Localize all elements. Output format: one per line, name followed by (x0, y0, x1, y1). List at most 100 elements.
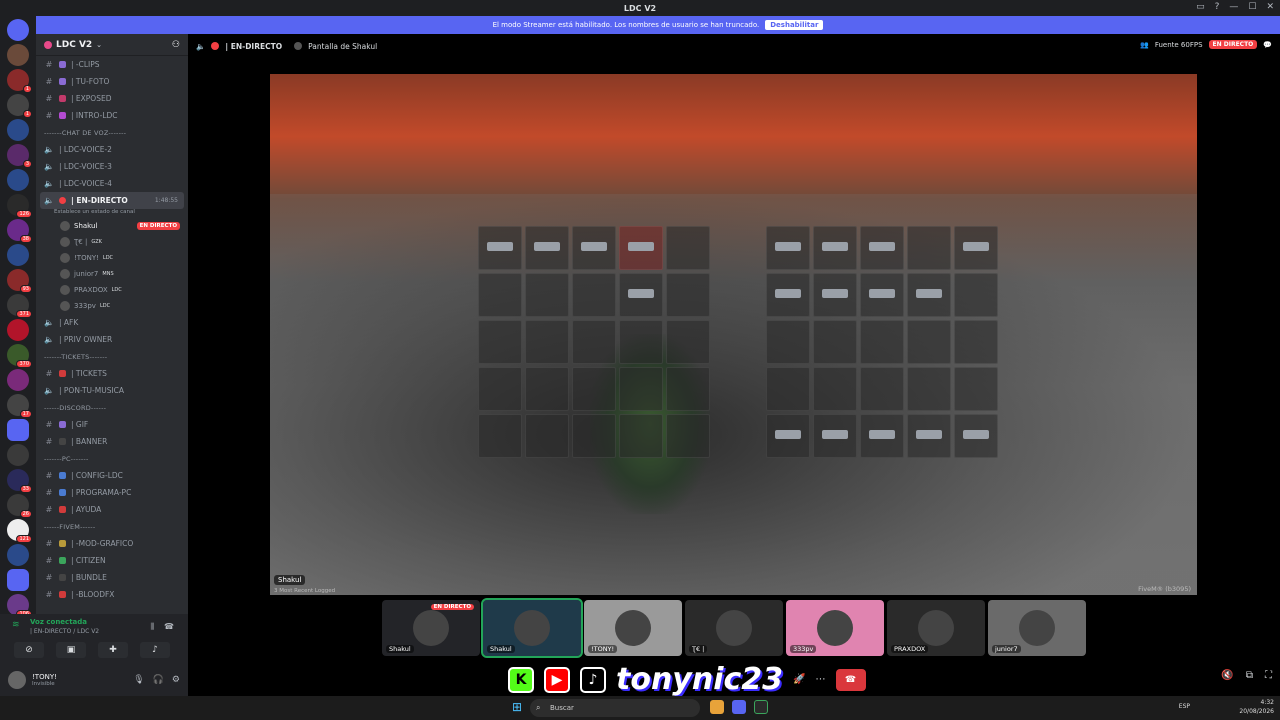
inventory-slot[interactable] (860, 320, 904, 364)
participant-tile[interactable]: PRAXDOX (887, 600, 985, 656)
server-icon[interactable] (7, 369, 29, 391)
server-icon[interactable]: 370 (7, 344, 32, 368)
inventory-slot[interactable] (954, 414, 998, 458)
inventory-slot[interactable] (666, 320, 710, 364)
participant-tile[interactable]: 333pv (786, 600, 884, 656)
inventory-slot[interactable] (666, 414, 710, 458)
maximize-icon[interactable]: ☐ (1248, 2, 1256, 12)
inventory-slot[interactable] (666, 273, 710, 317)
server-icon[interactable] (7, 319, 29, 341)
inventory-slot[interactable] (954, 320, 998, 364)
server-icon[interactable] (7, 244, 29, 266)
activities-button[interactable]: ✚ (98, 642, 128, 658)
voice-user[interactable]: junior7 MNS (36, 266, 188, 282)
inventory-slot[interactable] (525, 226, 569, 270)
channel-item[interactable]: # | -MOD-GRAFICO (36, 535, 188, 552)
chat-icon[interactable]: 💬 (1263, 41, 1272, 49)
screen-share-button[interactable]: ▣ (56, 642, 86, 658)
channel-item[interactable]: # | GIF (36, 416, 188, 433)
participant-tile[interactable]: Ʈ€ | (685, 600, 783, 656)
server-icon[interactable]: 106 (7, 594, 32, 618)
voice-user[interactable]: 333pv LDC (36, 298, 188, 314)
channel-item[interactable]: # | -CLIPS (36, 56, 188, 73)
voice-user[interactable]: Shakul EN DIRECTO (36, 218, 188, 234)
inventory-slot[interactable] (766, 273, 810, 317)
channel-item[interactable]: # | BANNER (36, 433, 188, 450)
chrome-icon[interactable] (710, 700, 724, 714)
inventory-slot[interactable] (907, 414, 951, 458)
inventory-slot[interactable] (478, 273, 522, 317)
disconnect-icon[interactable]: ☎ (164, 622, 174, 631)
channel-en-directo[interactable]: 🔈 | EN-DIRECTO 1:48:55 (40, 192, 184, 209)
activities-icon[interactable]: 🚀 (793, 674, 805, 685)
channel-item[interactable]: 🔈 | LDC-VOICE-2 (36, 141, 188, 158)
inventory-slot[interactable] (619, 273, 663, 317)
channel-item[interactable]: # | CITIZEN (36, 552, 188, 569)
category-header[interactable]: -------CHAT DE VOZ------- (36, 124, 188, 141)
inventory-slot[interactable] (766, 320, 810, 364)
inventory-slot[interactable] (478, 367, 522, 411)
inventory-slot[interactable] (525, 367, 569, 411)
inventory-slot[interactable] (954, 273, 998, 317)
server-icon[interactable] (7, 169, 29, 191)
popout-icon[interactable]: ⧉ (1246, 670, 1253, 681)
inventory-slot[interactable] (860, 273, 904, 317)
home-icon[interactable] (7, 19, 29, 41)
channel-item[interactable]: 🔈 | LDC-VOICE-3 (36, 158, 188, 175)
more-icon[interactable]: ⋯ (816, 674, 826, 685)
inventory-slot[interactable] (572, 367, 616, 411)
server-icon[interactable]: 26 (7, 494, 32, 518)
inventory-slot[interactable] (766, 226, 810, 270)
inventory-slot[interactable] (813, 414, 857, 458)
discord-icon[interactable] (732, 700, 746, 714)
server-icon[interactable] (7, 544, 29, 566)
voice-user[interactable]: !TONY! LDC (36, 250, 188, 266)
inventory-slot[interactable] (619, 320, 663, 364)
category-header[interactable]: ------DISCORD------ (36, 399, 188, 416)
channel-item[interactable]: 🔈 | LDC-VOICE-4 (36, 175, 188, 192)
server-icon[interactable]: 1 (7, 69, 32, 93)
inventory-slot[interactable] (572, 273, 616, 317)
camera-button[interactable]: ⊘ (14, 642, 44, 658)
inventory-slot[interactable] (954, 367, 998, 411)
add-member-icon[interactable]: ⚇ (172, 40, 180, 50)
disable-streamer-button[interactable]: Deshabilitar (765, 20, 824, 30)
settings-gear-icon[interactable]: ⚙ (172, 675, 180, 685)
inventory-slot[interactable] (813, 367, 857, 411)
inbox-icon[interactable]: ▭ (1196, 2, 1205, 12)
inventory-slot[interactable] (619, 226, 663, 270)
windows-start-icon[interactable]: ⊞ (512, 700, 522, 714)
stream-video[interactable]: Shakul 3 Most Recent Logged FiveM® (b309… (270, 74, 1197, 595)
channel-status[interactable]: Establece un estado de canal (36, 209, 188, 218)
inventory-slot[interactable] (766, 367, 810, 411)
inventory-slot[interactable] (907, 226, 951, 270)
noise-suppression-icon[interactable]: ⫼ (150, 622, 154, 632)
channel-item[interactable]: # | AYUDA (36, 501, 188, 518)
inventory-slot[interactable] (813, 273, 857, 317)
inventory-slot[interactable] (813, 320, 857, 364)
inventory-slot[interactable] (666, 367, 710, 411)
inventory-slot[interactable] (478, 226, 522, 270)
inventory-slot[interactable] (860, 367, 904, 411)
app-icon[interactable] (754, 700, 768, 714)
server-icon[interactable]: 93 (7, 269, 32, 293)
channel-item[interactable]: # | INTRO-LDC (36, 107, 188, 124)
disconnect-button[interactable]: ☎ (835, 668, 866, 691)
channel-item[interactable]: # | -BLOODFX (36, 586, 188, 603)
people-icon[interactable]: 👥 (1140, 41, 1149, 49)
inventory-slot[interactable] (525, 320, 569, 364)
channel-item[interactable]: # | TU-FOTO (36, 73, 188, 90)
volume-icon[interactable]: 🔇 (1221, 670, 1233, 681)
inventory-slot[interactable] (619, 367, 663, 411)
channel-item[interactable]: 🔈 | AFK (36, 314, 188, 331)
taskbar-search[interactable]: ⌕ Buscar (530, 699, 700, 717)
channel-item[interactable]: # | EXPOSED (36, 90, 188, 107)
minimize-icon[interactable]: — (1229, 2, 1238, 12)
inventory-slot[interactable] (766, 414, 810, 458)
avatar[interactable] (8, 671, 26, 689)
server-icon[interactable]: 371 (7, 294, 32, 318)
folder-icon[interactable] (7, 419, 29, 441)
inventory-slot[interactable] (860, 414, 904, 458)
voice-user[interactable]: PRAXDOX LDC (36, 282, 188, 298)
fullscreen-icon[interactable]: ⛶ (1265, 670, 1272, 681)
